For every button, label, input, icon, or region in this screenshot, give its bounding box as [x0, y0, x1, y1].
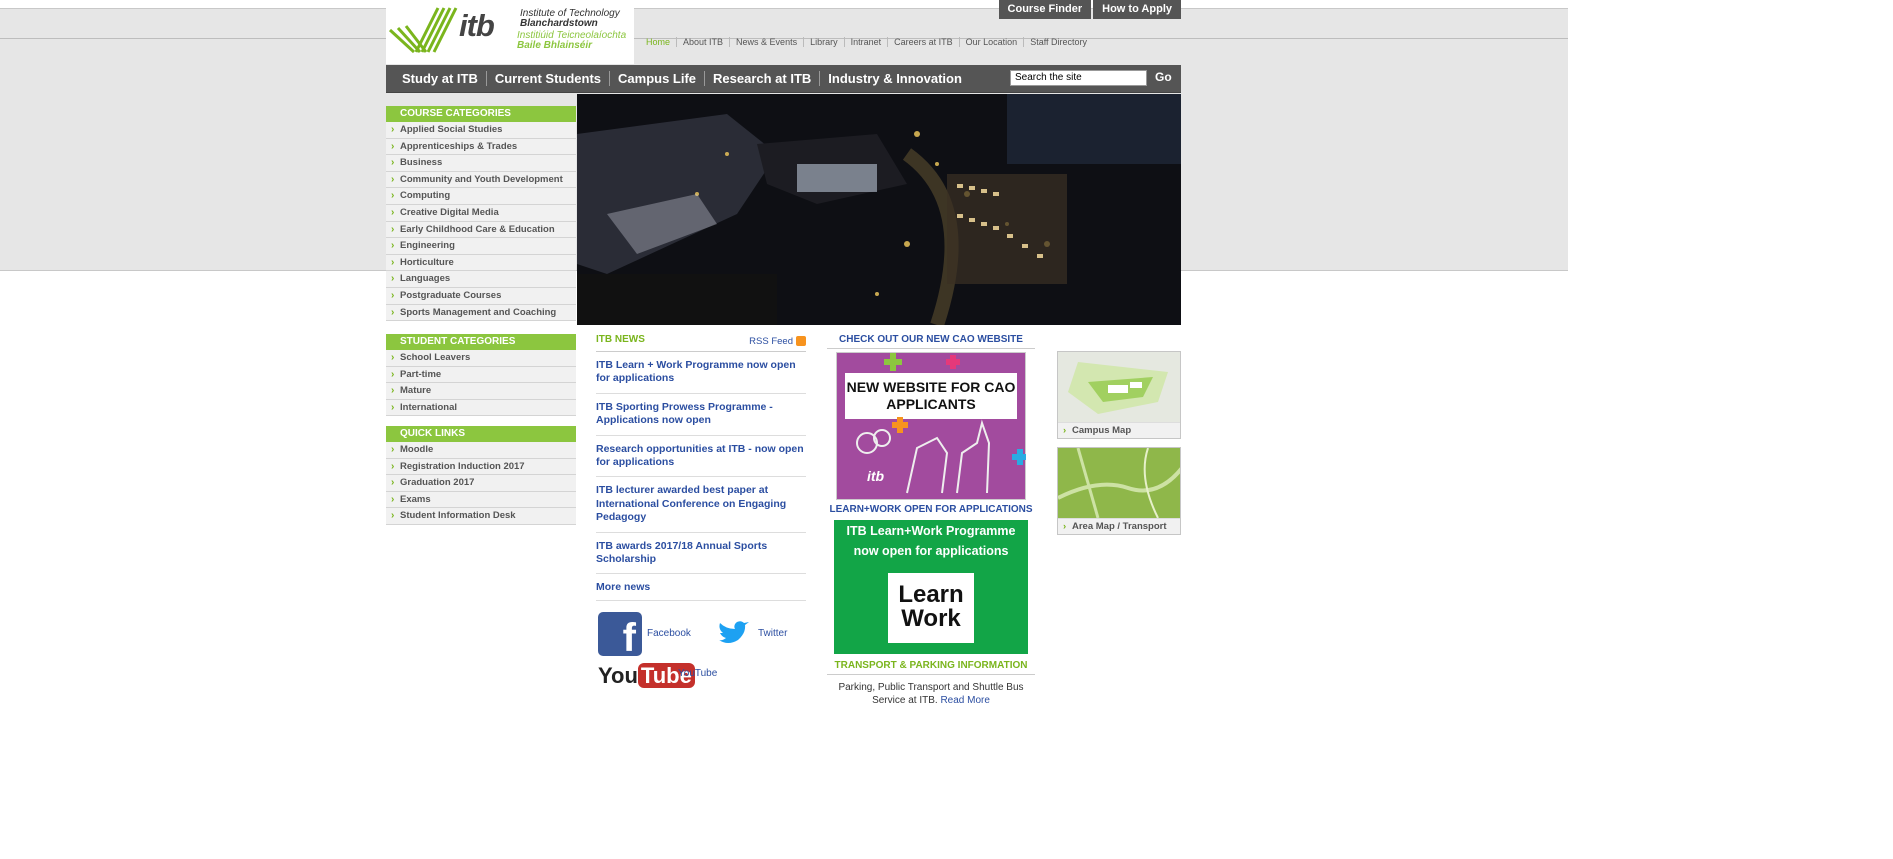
course-category-item[interactable]: Creative Digital Media — [386, 204, 576, 222]
svg-text:itb: itb — [867, 468, 885, 484]
cao-heading: CHECK OUT OUR NEW CAO WEBSITE — [827, 334, 1035, 349]
area-map-label: Area Map / Transport — [1058, 518, 1180, 534]
top-buttons: Course Finder How to Apply — [998, 0, 1181, 19]
util-nav-careers[interactable]: Careers at ITB — [888, 37, 960, 47]
course-category-item[interactable]: Languages — [386, 271, 576, 288]
course-category-item[interactable]: Horticulture — [386, 254, 576, 272]
main-nav-study[interactable]: Study at ITB — [394, 71, 487, 86]
learnwork-logo: Learn Work — [888, 573, 974, 643]
course-category-item[interactable]: Applied Social Studies — [386, 122, 576, 139]
main-nav-campus-life[interactable]: Campus Life — [610, 71, 706, 86]
more-news-link[interactable]: More news — [596, 574, 806, 602]
page-wrapper: itb Institute of Technology Blanchardsto… — [386, 0, 1181, 714]
course-category-item[interactable]: Apprenticeships & Trades — [386, 138, 576, 156]
transport-info: Parking, Public Transport and Shuttle Bu… — [827, 675, 1035, 713]
util-nav-intranet[interactable]: Intranet — [845, 37, 889, 47]
youtube-link[interactable]: YouTube — [678, 668, 717, 679]
how-to-apply-button[interactable]: How to Apply — [1093, 0, 1181, 19]
rss-feed-label: RSS Feed — [749, 335, 793, 347]
transport-heading: TRANSPORT & PARKING INFORMATION — [827, 660, 1035, 675]
quick-links-heading: QUICK LINKS — [386, 426, 576, 442]
quick-link-item[interactable]: Moodle — [386, 442, 576, 459]
quick-link-item[interactable]: Exams — [386, 491, 576, 509]
course-category-item[interactable]: Postgraduate Courses — [386, 287, 576, 305]
news-item-link[interactable]: ITB Learn + Work Programme now open for … — [596, 352, 806, 394]
learnwork-heading: LEARN+WORK OPEN FOR APPLICATIONS — [829, 504, 1033, 515]
logo-line-4: Baile Bhlainséir — [517, 40, 593, 51]
util-nav-home[interactable]: Home — [640, 37, 678, 47]
util-nav-news-events[interactable]: News & Events — [730, 37, 805, 47]
learnwork-banner-text: ITB Learn+Work Programme now open for ap… — [846, 524, 1016, 558]
util-nav-about[interactable]: About ITB — [677, 37, 731, 47]
campus-map-label: Campus Map — [1058, 422, 1180, 438]
course-category-item[interactable]: Business — [386, 155, 576, 172]
course-category-item[interactable]: Sports Management and Coaching — [386, 304, 576, 322]
news-item-link[interactable]: ITB awards 2017/18 Annual Sports Scholar… — [596, 533, 806, 575]
course-category-item[interactable]: Engineering — [386, 238, 576, 255]
youtube-icon[interactable]: You Tube — [598, 660, 695, 692]
youtube-logo-you: You — [598, 663, 638, 688]
search-input[interactable]: Search the site — [1010, 70, 1147, 86]
area-map-tile[interactable]: Area Map / Transport — [1057, 447, 1181, 535]
main-nav-research[interactable]: Research at ITB — [705, 71, 821, 86]
facebook-link[interactable]: Facebook — [647, 628, 691, 639]
logo-line-2: Blanchardstown — [520, 18, 598, 29]
twitter-icon[interactable] — [716, 620, 750, 648]
quick-link-item[interactable]: Student Information Desk — [386, 508, 576, 525]
quick-link-item[interactable]: Registration Induction 2017 — [386, 458, 576, 476]
rss-icon — [796, 336, 806, 346]
course-finder-button[interactable]: Course Finder — [998, 0, 1092, 19]
student-category-item[interactable]: School Leavers — [386, 350, 576, 367]
campus-map-tile[interactable]: Campus Map — [1057, 351, 1181, 439]
news-section: ITB NEWS RSS Feed ITB Learn + Work Progr… — [596, 334, 806, 602]
news-item-link[interactable]: Research opportunities at ITB - now open… — [596, 436, 806, 478]
logo-mark: itb — [459, 8, 495, 43]
main-nav: Study at ITB Current Students Campus Lif… — [386, 65, 1181, 93]
transport-text: Parking, Public Transport and Shuttle Bu… — [838, 682, 1024, 706]
course-category-item[interactable]: Early Childhood Care & Education — [386, 221, 576, 239]
course-category-item[interactable]: Computing — [386, 188, 576, 205]
main-nav-industry[interactable]: Industry & Innovation — [820, 71, 970, 86]
learnwork-banner[interactable]: ITB Learn+Work Programme now open for ap… — [834, 520, 1028, 654]
hero-campus-night-image — [577, 94, 1181, 325]
itb-logo[interactable]: itb Institute of Technology Blanchardsto… — [386, 0, 634, 64]
logo-stripes-icon — [388, 7, 458, 54]
util-nav-library[interactable]: Library — [804, 37, 845, 47]
student-categories-box: STUDENT CATEGORIES School Leavers Part-t… — [386, 334, 576, 417]
student-category-item[interactable]: International — [386, 399, 576, 417]
main-nav-current-students[interactable]: Current Students — [487, 71, 611, 86]
util-nav-staff-directory[interactable]: Staff Directory — [1024, 37, 1093, 47]
quick-link-item[interactable]: Graduation 2017 — [386, 475, 576, 492]
news-heading: ITB NEWS — [596, 334, 645, 345]
news-item-link[interactable]: ITB Sporting Prowess Programme - Applica… — [596, 394, 806, 436]
promo-column: CHECK OUT OUR NEW CAO WEBSITE NEW WEBSIT… — [827, 334, 1035, 713]
utility-nav: Home About ITB News & Events Library Int… — [640, 37, 1093, 47]
util-nav-location[interactable]: Our Location — [960, 37, 1025, 47]
cao-banner[interactable]: NEW WEBSITE FOR CAO APPLICANTS itb — [836, 352, 1026, 500]
learnwork-logo-line-1: Learn — [898, 581, 964, 608]
area-map-image — [1058, 448, 1180, 518]
search-go-button[interactable]: Go — [1155, 70, 1172, 84]
transport-read-more-link[interactable]: Read More — [940, 695, 989, 706]
facebook-icon[interactable]: f — [598, 612, 642, 660]
student-category-item[interactable]: Mature — [386, 383, 576, 400]
campus-map-image — [1058, 352, 1180, 422]
social-links: f Facebook Twitter You Tube YouTube — [598, 610, 808, 700]
course-categories-heading: COURSE CATEGORIES — [386, 106, 576, 122]
learnwork-logo-line-2: Work — [901, 605, 961, 632]
news-item-link[interactable]: ITB lecturer awarded best paper at Inter… — [596, 477, 806, 533]
twitter-link[interactable]: Twitter — [758, 628, 787, 639]
student-category-item[interactable]: Part-time — [386, 366, 576, 384]
course-category-item[interactable]: Community and Youth Development — [386, 171, 576, 189]
student-categories-heading: STUDENT CATEGORIES — [386, 334, 576, 350]
cao-robot-hands-icon: itb — [856, 353, 1026, 494]
course-categories-box: COURSE CATEGORIES Applied Social Studies… — [386, 106, 576, 322]
rss-feed-link[interactable]: RSS Feed — [749, 334, 806, 348]
quick-links-box: QUICK LINKS Moodle Registration Inductio… — [386, 426, 576, 525]
